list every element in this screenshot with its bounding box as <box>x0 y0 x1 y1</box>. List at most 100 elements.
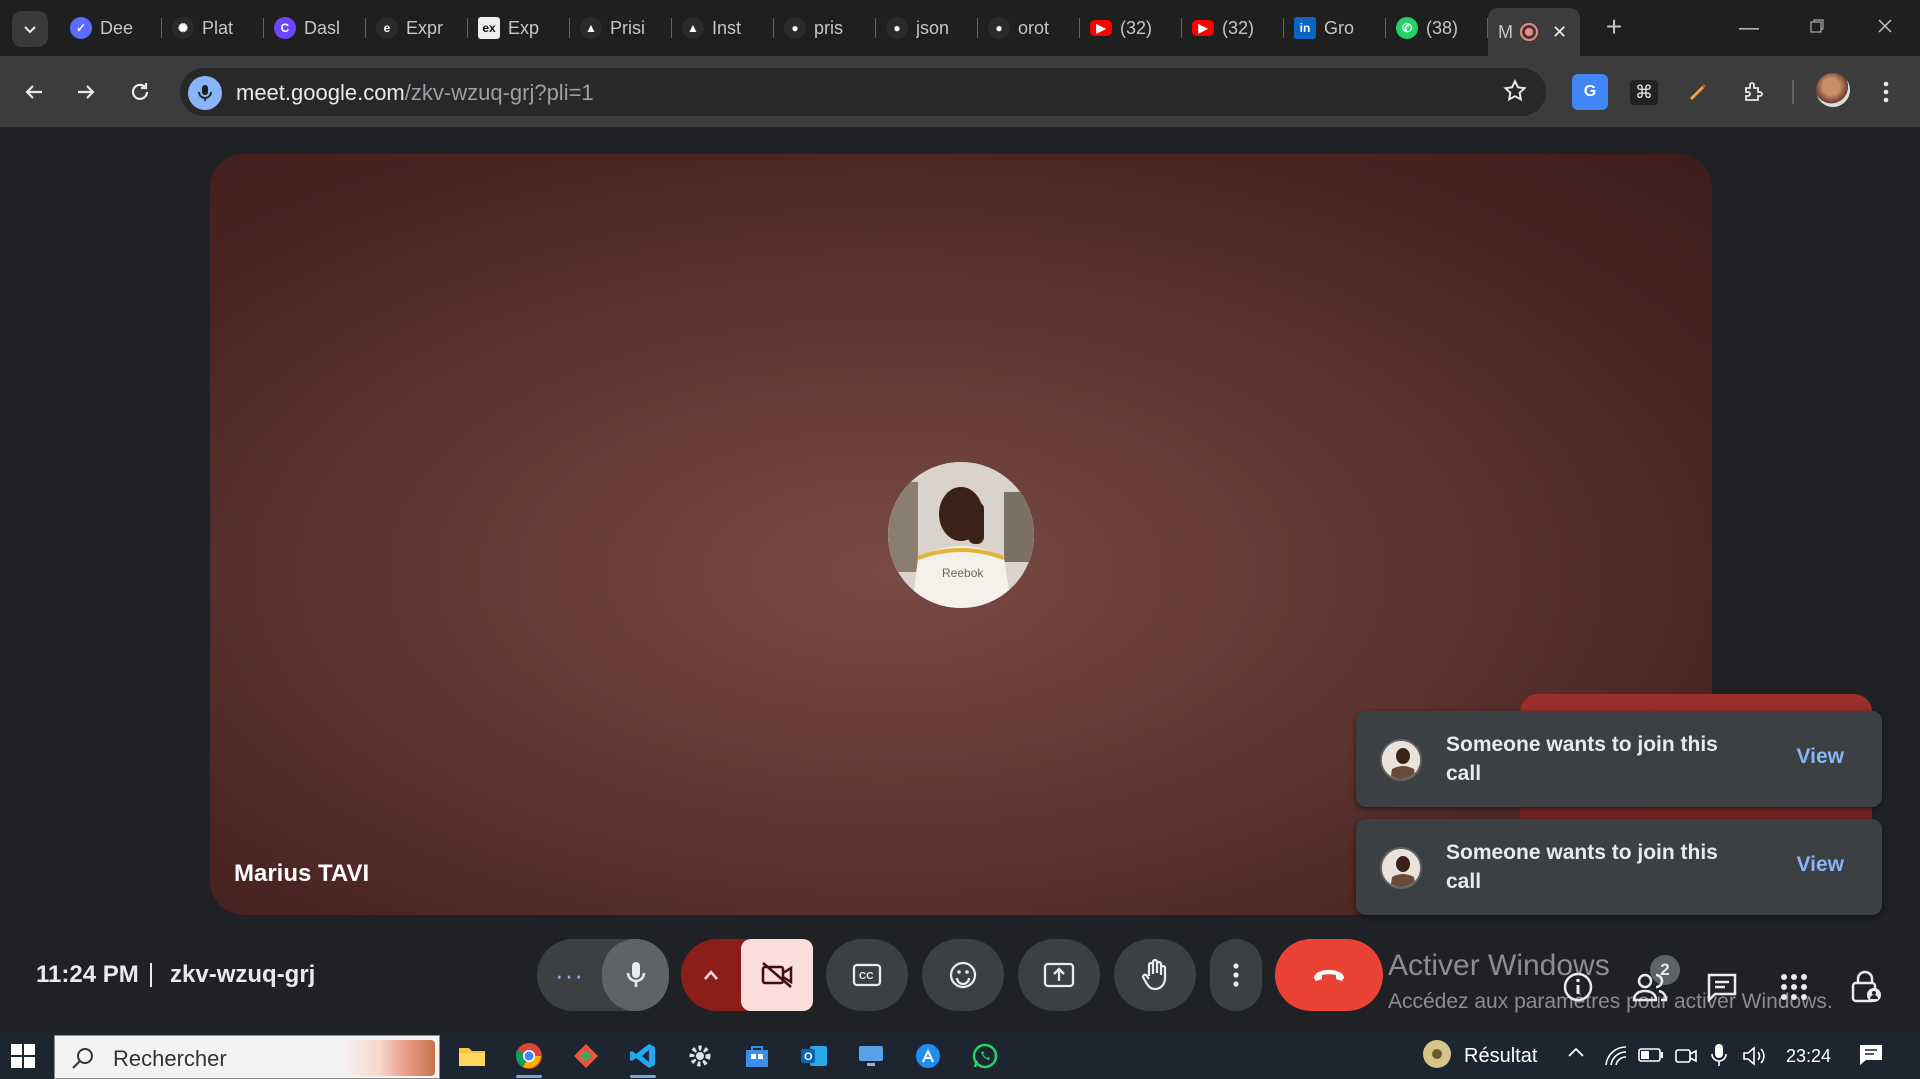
browser-tab[interactable]: e Expr <box>366 8 468 48</box>
browser-tab[interactable]: ● orot <box>978 8 1080 48</box>
toast-view-button[interactable]: View <box>1797 853 1844 877</box>
translate-icon: G <box>1583 83 1597 100</box>
command-extension[interactable]: ⌘ <box>1626 74 1662 110</box>
pen-icon <box>1689 83 1707 101</box>
address-bar[interactable]: meet.google.com/zkv-wzuq-grj?pli=1 <box>180 68 1546 116</box>
people-button[interactable] <box>1630 967 1670 1007</box>
notification-center-button[interactable] <box>1858 1043 1884 1072</box>
join-request-toast: Someone wants to join this call View <box>1356 711 1882 807</box>
microphone-button[interactable] <box>602 939 669 1011</box>
whatsapp-app[interactable] <box>968 1039 1002 1073</box>
microphone-icon <box>626 962 645 987</box>
express-icon: ex <box>478 17 500 39</box>
browser-tab[interactable]: ▲ Inst <box>672 8 774 48</box>
more-horiz-icon: ··· <box>555 959 584 990</box>
new-tab-button[interactable]: + <box>1598 12 1630 44</box>
browser-tab[interactable]: ● pris <box>774 8 876 48</box>
close-tab-button[interactable]: ✕ <box>1552 22 1567 43</box>
search-placeholder: Rechercher <box>113 1046 227 1071</box>
camera-options-button[interactable] <box>681 939 741 1011</box>
volume-icon[interactable] <box>1742 1045 1766 1072</box>
browser-menu-button[interactable] <box>1868 74 1904 110</box>
site-mic-indicator[interactable] <box>188 76 222 110</box>
restore-icon <box>1810 19 1824 33</box>
show-hidden-icons-button[interactable] <box>1566 1043 1586 1068</box>
browser-tab[interactable]: ▲ Prisi <box>570 8 672 48</box>
tab-title: pris <box>814 17 844 38</box>
browser-tab[interactable]: ▶ (32) <box>1182 8 1284 48</box>
activities-button[interactable] <box>1774 967 1814 1007</box>
audio-options-button[interactable]: ··· <box>537 939 602 1011</box>
appstore-app[interactable] <box>911 1039 945 1073</box>
taskbar-clock[interactable]: 23:24 <box>1786 1046 1831 1067</box>
store-app[interactable] <box>740 1039 774 1073</box>
captions-button[interactable]: CC <box>826 939 908 1011</box>
microphone-in-use-icon[interactable] <box>1710 1043 1728 1072</box>
extensions-button[interactable] <box>1736 74 1772 110</box>
participant-photo: Reebok <box>888 462 1034 608</box>
svg-text:O: O <box>804 1051 813 1063</box>
reload-button[interactable] <box>122 74 158 110</box>
weather-widget[interactable] <box>1420 1037 1454 1071</box>
remote-desktop-app[interactable] <box>854 1039 888 1073</box>
windows-taskbar: Rechercher O Résultat 23:24 <box>0 1033 1920 1079</box>
color-picker-extension[interactable] <box>1680 74 1716 110</box>
present-to-all-icon <box>1043 962 1075 988</box>
bookmark-star-button[interactable] <box>1502 78 1528 109</box>
microphone-icon <box>1711 1044 1727 1066</box>
recording-icon <box>1520 23 1538 41</box>
browser-tab[interactable]: ✺ Plat <box>162 8 264 48</box>
google-translate-extension[interactable]: G <box>1572 74 1608 110</box>
outlook-app[interactable]: O <box>797 1039 831 1073</box>
wifi-icon <box>1605 1046 1627 1066</box>
toast-view-button[interactable]: View <box>1797 745 1844 769</box>
reactions-button[interactable] <box>922 939 1004 1011</box>
raise-hand-button[interactable] <box>1114 939 1196 1011</box>
tab-title: Dee <box>100 17 134 38</box>
profile-avatar[interactable] <box>1816 73 1850 107</box>
tab-search-button[interactable] <box>12 11 48 47</box>
settings-app[interactable] <box>683 1039 717 1073</box>
hand-icon <box>1141 959 1167 991</box>
taskbar-search-box[interactable]: Rechercher <box>54 1035 440 1079</box>
start-button[interactable] <box>10 1043 36 1074</box>
back-button[interactable] <box>16 74 52 110</box>
browser-tab[interactable]: ✆ (38) <box>1386 8 1488 48</box>
people-icon <box>1632 973 1668 1002</box>
browser-tab[interactable]: ✓ Dee <box>60 8 162 48</box>
expo-icon: e <box>376 17 398 39</box>
more-options-button[interactable] <box>1210 939 1262 1011</box>
present-screen-button[interactable] <box>1018 939 1100 1011</box>
browser-tab[interactable]: ▶ (32) <box>1080 8 1182 48</box>
browser-tab[interactable]: ● json <box>876 8 978 48</box>
tab-title: (32) <box>1222 17 1255 38</box>
network-icon[interactable] <box>1604 1045 1628 1072</box>
meeting-details-button[interactable] <box>1558 967 1598 1007</box>
chat-button[interactable] <box>1702 967 1742 1007</box>
meet-stage: Reebok Marius TAVI Someone wants to join… <box>0 129 1920 1033</box>
tab-title: json <box>916 17 950 38</box>
meeting-code: zkv-wzuq-grj <box>170 961 316 988</box>
restore-button[interactable] <box>1794 8 1840 48</box>
browser-tab[interactable]: C Dasl <box>264 8 366 48</box>
forward-button[interactable] <box>68 74 104 110</box>
browser-tab[interactable]: in Gro <box>1284 8 1386 48</box>
github-icon: ● <box>886 17 908 39</box>
camera-toggle-button[interactable] <box>741 939 813 1011</box>
active-browser-tab[interactable]: M ✕ <box>1488 8 1580 56</box>
chat-icon <box>1707 973 1737 1002</box>
camera-in-use-icon[interactable] <box>1674 1045 1698 1072</box>
file-explorer-app[interactable] <box>455 1039 489 1073</box>
git-app[interactable] <box>569 1039 603 1073</box>
url-path: /zkv-wzuq-grj?pli=1 <box>404 80 594 105</box>
battery-icon[interactable] <box>1638 1047 1664 1068</box>
vscode-app[interactable] <box>626 1039 660 1078</box>
minimize-button[interactable]: — <box>1726 8 1772 48</box>
chrome-app[interactable] <box>512 1039 546 1078</box>
star-icon <box>1503 79 1527 102</box>
close-window-button[interactable] <box>1862 8 1908 48</box>
host-controls-button[interactable] <box>1846 967 1886 1007</box>
browser-tab[interactable]: ex Exp <box>468 8 570 48</box>
leave-call-button[interactable] <box>1275 939 1383 1011</box>
close-icon <box>1878 19 1892 33</box>
